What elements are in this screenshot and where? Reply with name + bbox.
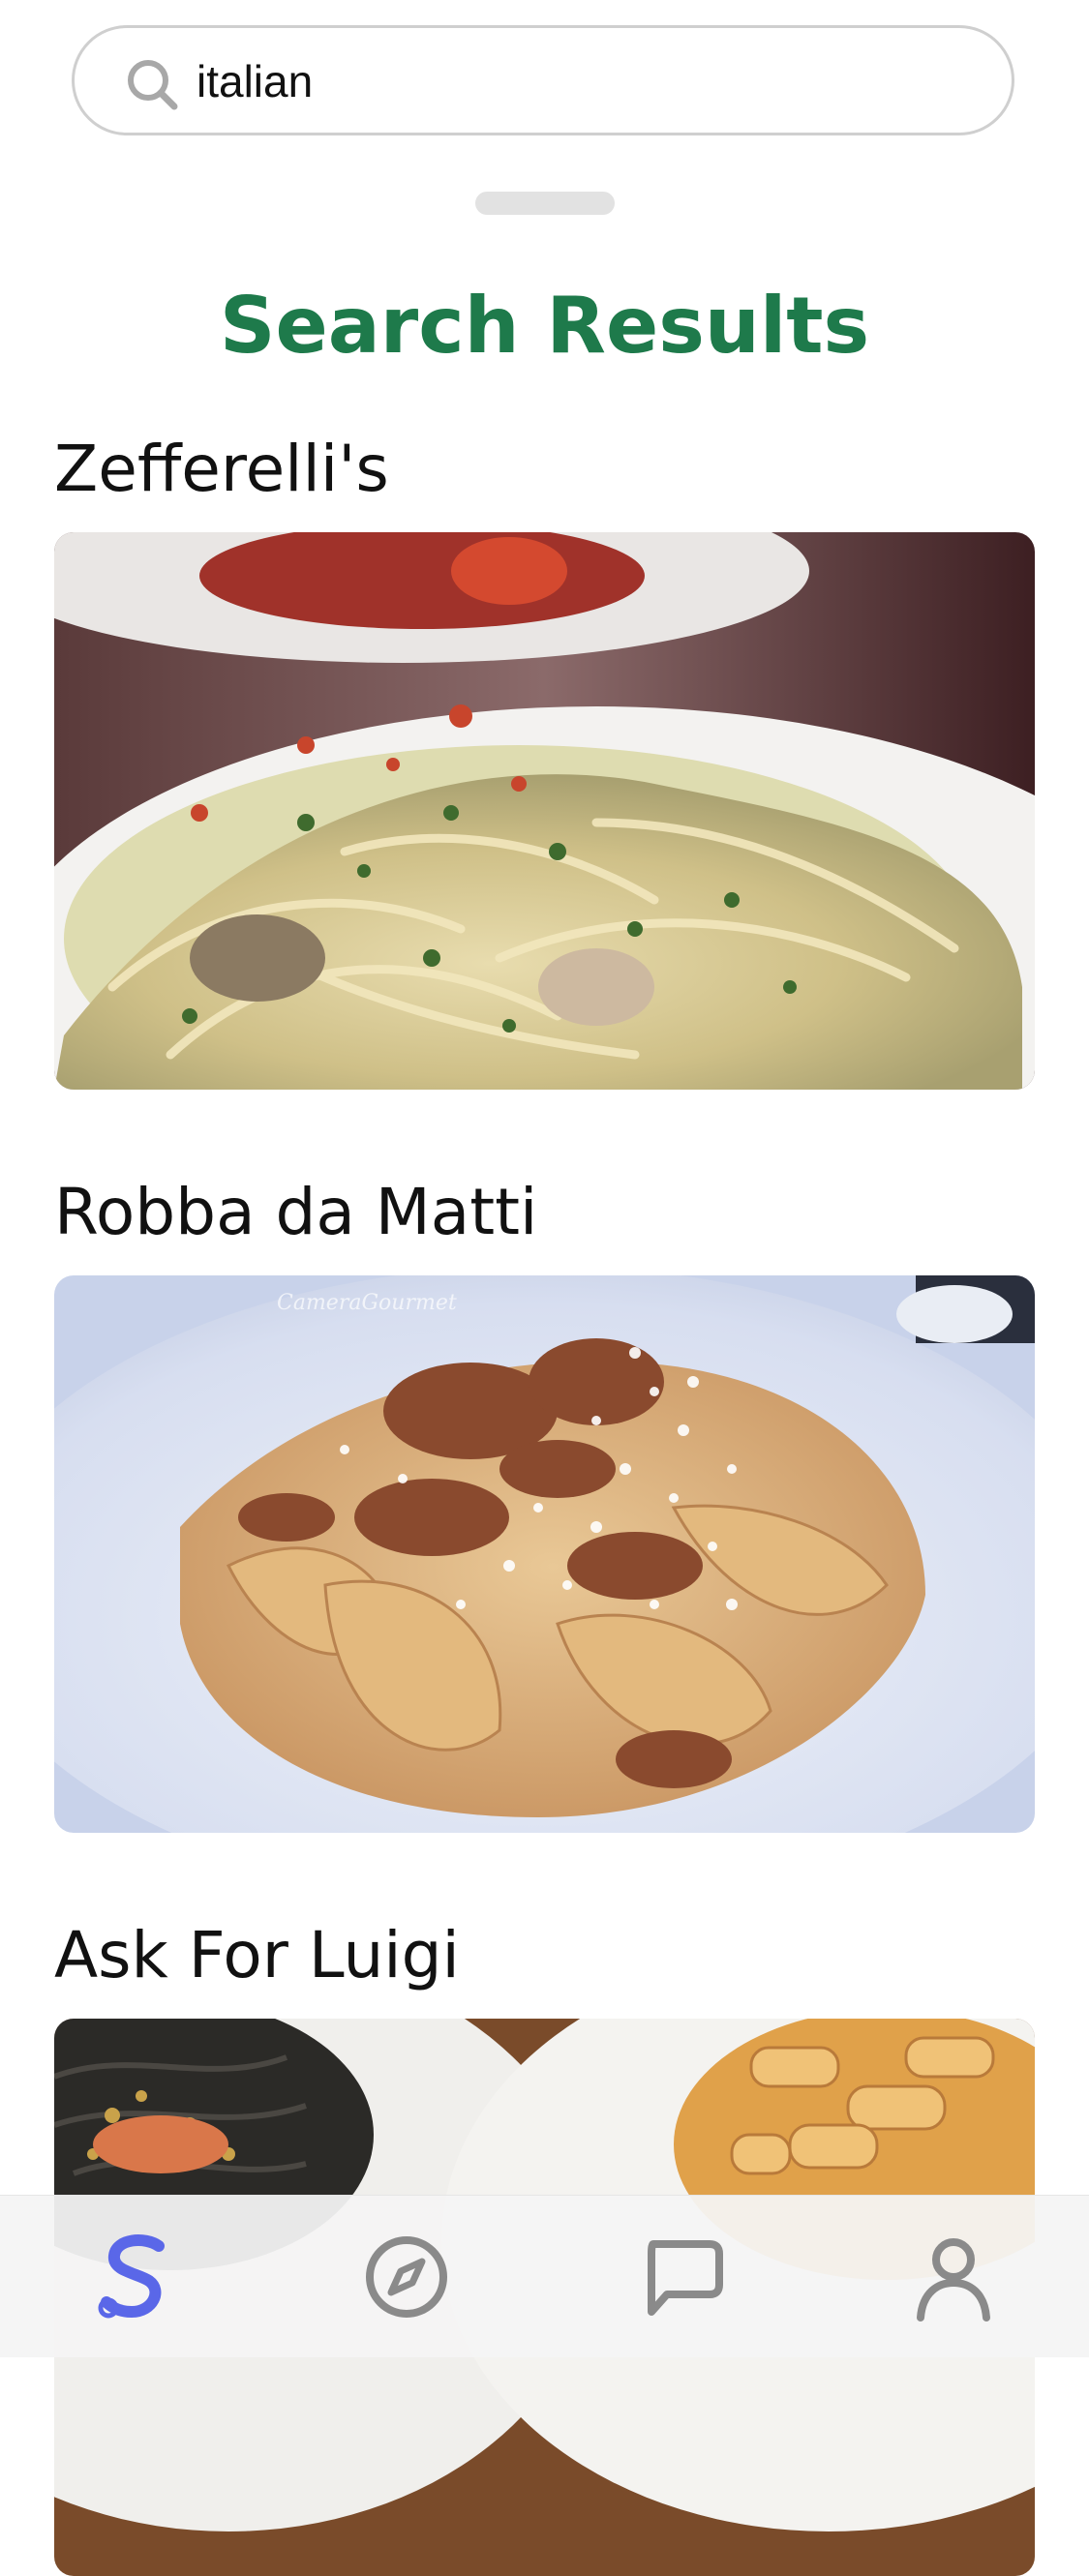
sheet-drag-handle[interactable] bbox=[475, 192, 615, 215]
svg-text:CameraGourmet: CameraGourmet bbox=[277, 1291, 457, 1315]
search-bar[interactable] bbox=[72, 25, 1014, 135]
bottom-nav bbox=[0, 2195, 1089, 2357]
nav-explore[interactable] bbox=[329, 2196, 484, 2357]
page-title: Search Results bbox=[219, 281, 870, 371]
search-icon bbox=[128, 60, 178, 110]
nav-profile[interactable] bbox=[876, 2196, 1031, 2357]
result-card[interactable]: Zefferelli's bbox=[54, 426, 1035, 1090]
pappardelle-bolognese-photo[interactable]: CameraGourmet bbox=[54, 1275, 1035, 1833]
search-input[interactable] bbox=[197, 49, 971, 113]
restaurant-name[interactable]: Ask For Luigi bbox=[54, 1912, 460, 1999]
app-logo-s-icon bbox=[98, 2233, 165, 2318]
nav-messages[interactable] bbox=[603, 2196, 758, 2357]
restaurant-name[interactable]: Robba da Matti bbox=[54, 1169, 537, 1256]
restaurant-name[interactable]: Zefferelli's bbox=[54, 426, 389, 513]
compass-icon bbox=[366, 2235, 447, 2318]
nav-home[interactable] bbox=[58, 2196, 213, 2357]
result-card[interactable]: Robba da Matti CameraGourmet bbox=[54, 1169, 1035, 1833]
linguine-seafood-pasta-photo[interactable] bbox=[54, 532, 1035, 1090]
profile-icon bbox=[917, 2237, 990, 2321]
chat-bubble-icon bbox=[648, 2239, 723, 2316]
